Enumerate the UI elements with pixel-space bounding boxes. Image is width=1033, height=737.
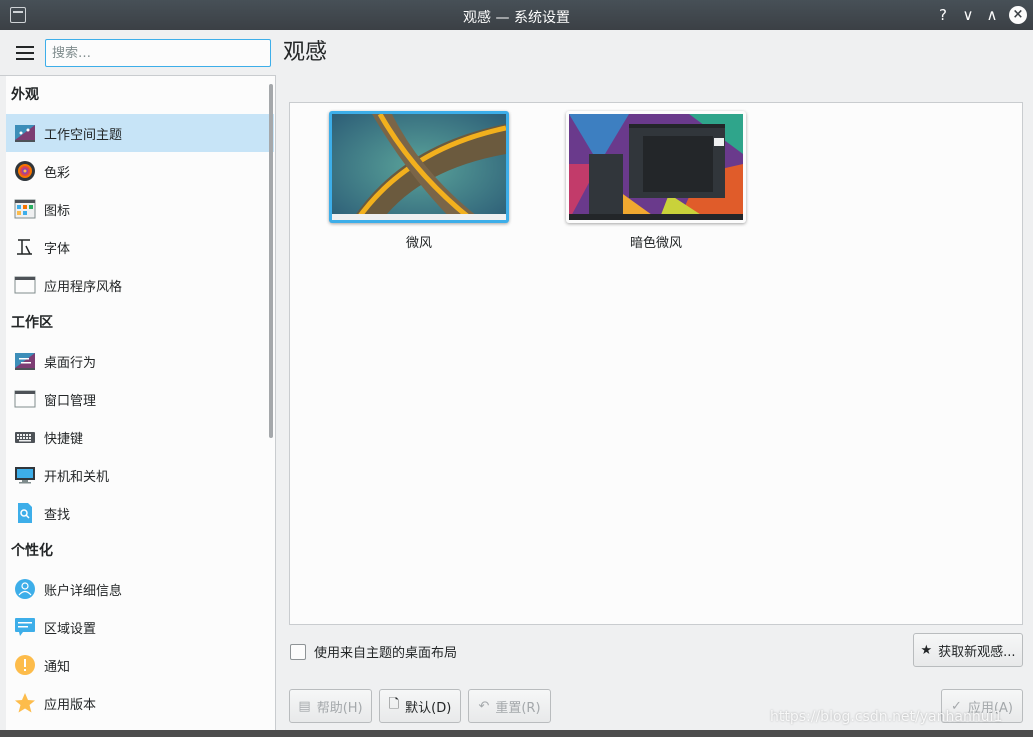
star-icon	[14, 692, 36, 714]
sidebar-item-label: 工作空间主题	[44, 127, 123, 143]
section-header-personalization: 个性化	[11, 543, 53, 559]
defaults-button-label: 默认(D)	[405, 700, 452, 716]
theme-thumbnail	[566, 111, 746, 223]
keyboard-icon	[14, 426, 36, 448]
sidebar-item-fonts[interactable]: 字体	[6, 228, 274, 266]
sidebar-item-label: 窗口管理	[44, 393, 97, 409]
help-button-label: 帮助(H)	[316, 700, 363, 716]
get-new-themes-button[interactable]: ★ 获取新观感...	[913, 633, 1023, 667]
breeze-dark-preview-image	[569, 114, 743, 220]
startup-shutdown-icon	[14, 464, 36, 486]
hamburger-menu-icon[interactable]	[16, 46, 34, 60]
workspace-theme-icon	[14, 122, 36, 144]
get-new-themes-label: 获取新观感...	[938, 644, 1016, 660]
watermark: https://blog.csdn.net/yanhanhui1	[770, 709, 1003, 725]
theme-item-breeze-dark[interactable]: 暗色微风	[566, 111, 746, 251]
sidebar-item-desktop-behavior[interactable]: 桌面行为	[6, 342, 274, 380]
fonts-icon	[14, 236, 36, 258]
sidebar-item-colors[interactable]: 色彩	[6, 152, 274, 190]
sidebar-item-startup-shutdown[interactable]: 开机和关机	[6, 456, 274, 494]
defaults-button[interactable]: 🗋 默认(D)	[379, 689, 461, 723]
section-header-appearance: 外观	[11, 87, 39, 103]
colors-icon	[14, 160, 36, 182]
sidebar-item-search[interactable]: 查找	[6, 494, 274, 532]
sidebar-item-label: 账户详细信息	[44, 583, 123, 599]
help-icon[interactable]: ?	[932, 4, 954, 26]
sidebar-item-label: 开机和关机	[44, 469, 110, 485]
locale-icon	[14, 616, 36, 638]
search-input[interactable]	[45, 39, 271, 67]
sidebar-item-label: 字体	[44, 241, 71, 257]
search-file-icon	[14, 502, 36, 524]
sidebar-item-window-management[interactable]: 窗口管理	[6, 380, 274, 418]
sidebar-scrollbar[interactable]	[269, 84, 273, 438]
use-theme-layout-label: 使用来自主题的桌面布局	[314, 646, 458, 661]
sidebar-item-app-version[interactable]: 应用版本	[6, 684, 274, 722]
window-management-icon	[14, 388, 36, 410]
reset-button[interactable]: ↶ 重置(R)	[468, 689, 551, 723]
use-theme-layout-checkbox[interactable]	[290, 643, 306, 660]
icons-icon	[14, 198, 36, 220]
sidebar-item-notifications[interactable]: 通知	[6, 646, 274, 684]
notification-icon	[14, 654, 36, 676]
sidebar-item-locale[interactable]: 区域设置	[6, 608, 274, 646]
theme-name: 微风	[405, 236, 432, 251]
theme-name: 暗色微风	[629, 236, 682, 251]
breeze-preview-image	[332, 114, 506, 220]
sidebar-item-account-details[interactable]: 账户详细信息	[6, 570, 274, 608]
sidebar-item-workspace-theme[interactable]: 工作空间主题	[6, 114, 274, 152]
star-icon: ★	[920, 642, 933, 658]
sidebar-item-label: 通知	[44, 659, 71, 675]
sidebar-item-icons[interactable]: 图标	[6, 190, 274, 228]
undo-icon: ↶	[478, 698, 490, 714]
section-header-workspace: 工作区	[11, 315, 53, 331]
sidebar-item-label: 快捷键	[44, 431, 84, 447]
sidebar-item-app-style[interactable]: 应用程序风格	[6, 266, 274, 304]
sidebar-item-label: 图标	[44, 203, 71, 219]
user-account-icon	[14, 578, 36, 600]
sidebar-list: 外观 工作空间主题 色彩 图标 字体 应用程序风格 工作区 桌面行为 窗口管理 …	[6, 76, 274, 722]
desktop-background-strip	[0, 730, 1033, 737]
sidebar-item-shortcuts[interactable]: 快捷键	[6, 418, 274, 456]
theme-item-breeze[interactable]: 微风	[329, 111, 509, 251]
desktop-behavior-icon	[14, 350, 36, 372]
window-titlebar: 观感 — 系统设置 ? ∨ ∧ ×	[0, 0, 1033, 30]
sidebar-item-label: 区域设置	[44, 621, 97, 637]
sidebar-item-label: 应用程序风格	[44, 279, 123, 295]
help-button[interactable]: ▤ 帮助(H)	[289, 689, 372, 723]
document-defaults-icon: 🗋	[388, 697, 400, 712]
sidebar-item-label: 桌面行为	[44, 355, 97, 371]
close-icon[interactable]: ×	[1009, 6, 1027, 24]
sidebar-item-label: 查找	[44, 507, 71, 523]
minimize-icon[interactable]: ∨	[957, 4, 979, 26]
reset-button-label: 重置(R)	[495, 700, 541, 716]
sidebar-item-label: 色彩	[44, 165, 71, 181]
app-style-icon	[14, 274, 36, 296]
window-title: 观感 — 系统设置	[463, 10, 570, 26]
help-book-icon: ▤	[298, 698, 311, 714]
theme-thumbnail	[329, 111, 509, 223]
sidebar-item-label: 应用版本	[44, 697, 97, 713]
use-theme-layout-option[interactable]: 使用来自主题的桌面布局	[290, 642, 457, 661]
theme-grid: 微风 暗色微风	[289, 102, 1023, 625]
page-title: 观感	[283, 40, 328, 65]
sidebar: 外观 工作空间主题 色彩 图标 字体	[0, 30, 276, 730]
sidebar-toolbar	[0, 30, 276, 76]
maximize-icon[interactable]: ∧	[981, 4, 1003, 26]
